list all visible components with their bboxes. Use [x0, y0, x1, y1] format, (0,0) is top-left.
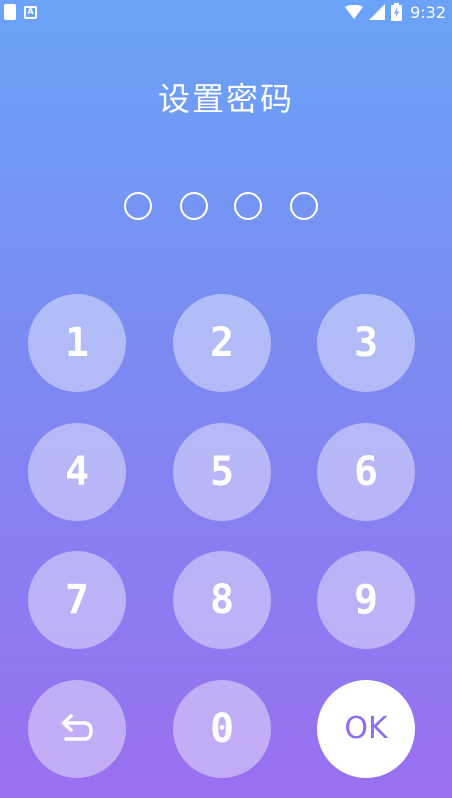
- pin-dot: [290, 192, 318, 220]
- battery-icon: [391, 3, 403, 21]
- key-6-button[interactable]: 6: [317, 423, 415, 521]
- status-left: A: [4, 4, 37, 20]
- pin-dot: [180, 192, 208, 220]
- ok-button[interactable]: OK: [317, 680, 415, 778]
- undo-button[interactable]: [28, 680, 126, 778]
- status-right: 9:32: [345, 3, 446, 22]
- pin-dot: [234, 192, 262, 220]
- app-notification-letter: A: [27, 7, 34, 16]
- key-5-button[interactable]: 5: [173, 423, 271, 521]
- page-title: 设置密码: [157, 80, 294, 118]
- key-0-button[interactable]: 0: [173, 680, 271, 778]
- key-8-button[interactable]: 8: [173, 551, 271, 649]
- key-7-button[interactable]: 7: [28, 551, 126, 649]
- pin-indicator: [124, 192, 320, 220]
- status-time: 9:32: [410, 2, 446, 22]
- notification-square-icon: [4, 4, 16, 20]
- status-bar: A 9:32: [0, 0, 452, 24]
- wifi-icon: [345, 5, 364, 19]
- key-9-button[interactable]: 9: [317, 551, 415, 649]
- key-1-button[interactable]: 1: [28, 294, 126, 392]
- cell-signal-icon: [369, 4, 386, 20]
- key-3-button[interactable]: 3: [317, 294, 415, 392]
- pin-dot: [124, 192, 152, 220]
- key-4-button[interactable]: 4: [28, 423, 126, 521]
- key-2-button[interactable]: 2: [173, 294, 271, 392]
- app-notification-icon: A: [24, 5, 37, 19]
- undo-icon: [61, 714, 93, 741]
